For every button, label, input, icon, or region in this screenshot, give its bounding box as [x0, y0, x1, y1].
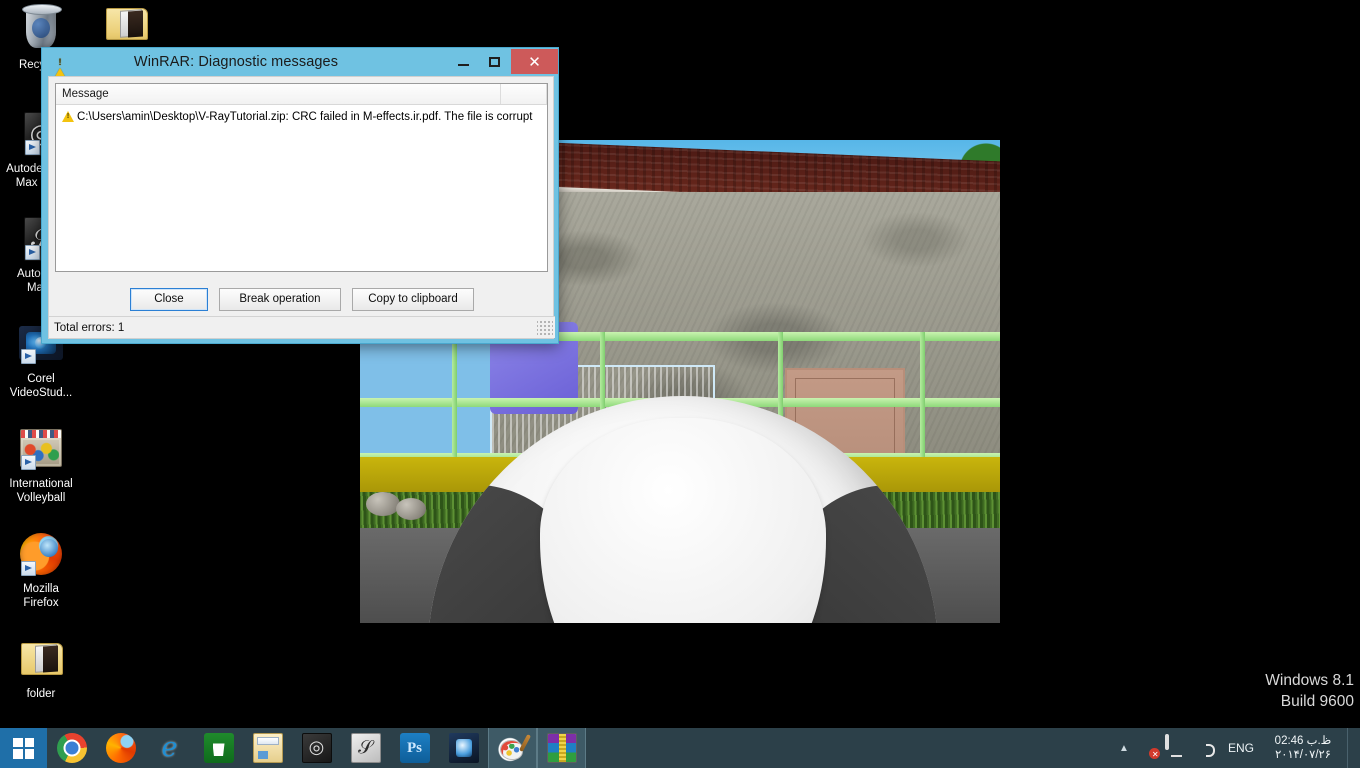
taskbar-item-paint[interactable] — [488, 728, 537, 768]
show-hidden-icons-button[interactable]: ▲ — [1113, 743, 1135, 754]
firefox-icon — [17, 530, 65, 578]
warning-triangle-icon — [52, 54, 68, 82]
taskbar-item-corel[interactable] — [439, 728, 488, 768]
dialog-status-bar: Total errors: 1 — [49, 316, 555, 338]
start-button[interactable] — [0, 728, 47, 768]
close-button[interactable]: Close — [130, 287, 208, 311]
firefox-icon — [105, 733, 136, 763]
copy-to-clipboard-button[interactable]: Copy to clipboard — [352, 287, 474, 311]
winrar-diagnostic-messages-dialog[interactable]: WinRAR: Diagnostic messages ✕ Message C:… — [41, 47, 559, 344]
taskbar-item-store[interactable] — [194, 728, 243, 768]
desktop-icon-label: folder — [26, 688, 56, 700]
total-errors-text: Total errors: 1 — [54, 321, 125, 334]
taskbar-item-file-explorer[interactable] — [243, 728, 292, 768]
watermark-line-1: Windows 8.1 — [1265, 672, 1354, 689]
monitor-icon[interactable] — [1164, 734, 1189, 760]
desktop-icon-label: International Volleyball — [9, 478, 73, 504]
internet-explorer-icon: e — [161, 732, 178, 763]
railing-post — [452, 332, 457, 457]
clock-time: 02:46 ظ.ب — [1274, 735, 1332, 747]
minimize-button[interactable] — [448, 51, 479, 73]
file-explorer-icon — [252, 733, 283, 763]
desktop-icon-label: Mozilla Firefox — [23, 583, 59, 609]
3dsmax-icon — [301, 733, 332, 763]
resize-grip[interactable] — [537, 319, 553, 336]
taskbar-item-winrar[interactable] — [537, 728, 586, 768]
dialog-button-row: Close Break operation Copy to clipboard — [49, 281, 555, 317]
taskbar-item-3ds-max[interactable] — [292, 728, 341, 768]
table-row[interactable]: C:\Users\amin\Desktop\V-RayTutorial.zip:… — [56, 107, 547, 126]
break-operation-button[interactable]: Break operation — [219, 287, 341, 311]
dialog-title: WinRAR: Diagnostic messages — [133, 54, 339, 70]
taskbar-item-internet-explorer[interactable]: e — [145, 728, 194, 768]
message-text: C:\Users\amin\Desktop\V-RayTutorial.zip:… — [77, 110, 533, 123]
speaker-icon[interactable] — [1193, 736, 1217, 760]
maximize-button[interactable] — [479, 51, 510, 73]
language-indicator[interactable]: ENG — [1219, 741, 1263, 755]
column-header-extra[interactable] — [501, 84, 547, 104]
desktop-background[interactable]: Recycl... ◎ Autodesk 3ds Max 2014 𝒮 Auto… — [0, 0, 1360, 768]
desktop-icon-hidden-folder[interactable] — [85, 0, 167, 52]
warning-triangle-icon — [62, 111, 74, 122]
desktop-icon-international-volleyball[interactable]: International Volleyball — [0, 425, 82, 505]
volleyball-game-icon — [17, 425, 65, 473]
railing-post — [920, 332, 925, 457]
corel-icon — [448, 733, 479, 763]
dialog-titlebar[interactable]: WinRAR: Diagnostic messages ✕ — [42, 48, 558, 82]
show-desktop-button[interactable] — [1347, 728, 1354, 768]
taskbar-items: e Ps — [47, 728, 586, 768]
taskbar-item-photoshop[interactable]: Ps — [390, 728, 439, 768]
rock — [366, 492, 400, 516]
chrome-icon — [56, 733, 87, 763]
photoshop-icon: Ps — [399, 733, 430, 763]
taskbar-item-chrome[interactable] — [47, 728, 96, 768]
close-window-button[interactable]: ✕ — [511, 49, 558, 74]
paint-icon — [497, 733, 528, 763]
network-icon[interactable] — [1137, 736, 1161, 761]
watermark-line-2: Build 9600 — [1280, 693, 1354, 710]
rock — [396, 498, 426, 520]
windows-activation-watermark: Windows 8.1 Build 9600 — [1265, 670, 1354, 712]
folder-icon — [102, 0, 150, 48]
store-icon — [203, 733, 234, 763]
windows-logo-icon — [13, 737, 34, 759]
column-header-message[interactable]: Message — [56, 84, 502, 104]
list-rows: C:\Users\amin\Desktop\V-RayTutorial.zip:… — [56, 105, 547, 126]
desktop-icon-label: Corel VideoStud... — [9, 373, 73, 399]
taskbar-item-maya[interactable] — [341, 728, 390, 768]
system-tray: ▲ ENG 02:46 ظ.ب ۲۰۱۴/۰۷/۲۶ — [1113, 728, 1360, 768]
desktop-icon-firefox[interactable]: Mozilla Firefox — [0, 530, 82, 610]
message-list[interactable]: Message C:\Users\amin\Desktop\V-RayTutor… — [55, 83, 548, 272]
taskbar-item-firefox[interactable] — [96, 728, 145, 768]
list-header: Message — [56, 84, 547, 105]
desktop-icon-folder[interactable]: folder — [0, 635, 82, 701]
clock[interactable]: 02:46 ظ.ب ۲۰۱۴/۰۷/۲۶ — [1263, 734, 1347, 762]
maya-icon — [350, 733, 381, 763]
winrar-icon — [546, 733, 577, 763]
folder-icon — [17, 635, 65, 683]
dialog-body: Message C:\Users\amin\Desktop\V-RayTutor… — [48, 76, 555, 339]
taskbar: e Ps ▲ ENG 02:46 ظ.ب ۲۰۱۴/۰۷/۲۶ — [0, 728, 1360, 768]
clock-date: ۲۰۱۴/۰۷/۲۶ — [1275, 749, 1331, 761]
